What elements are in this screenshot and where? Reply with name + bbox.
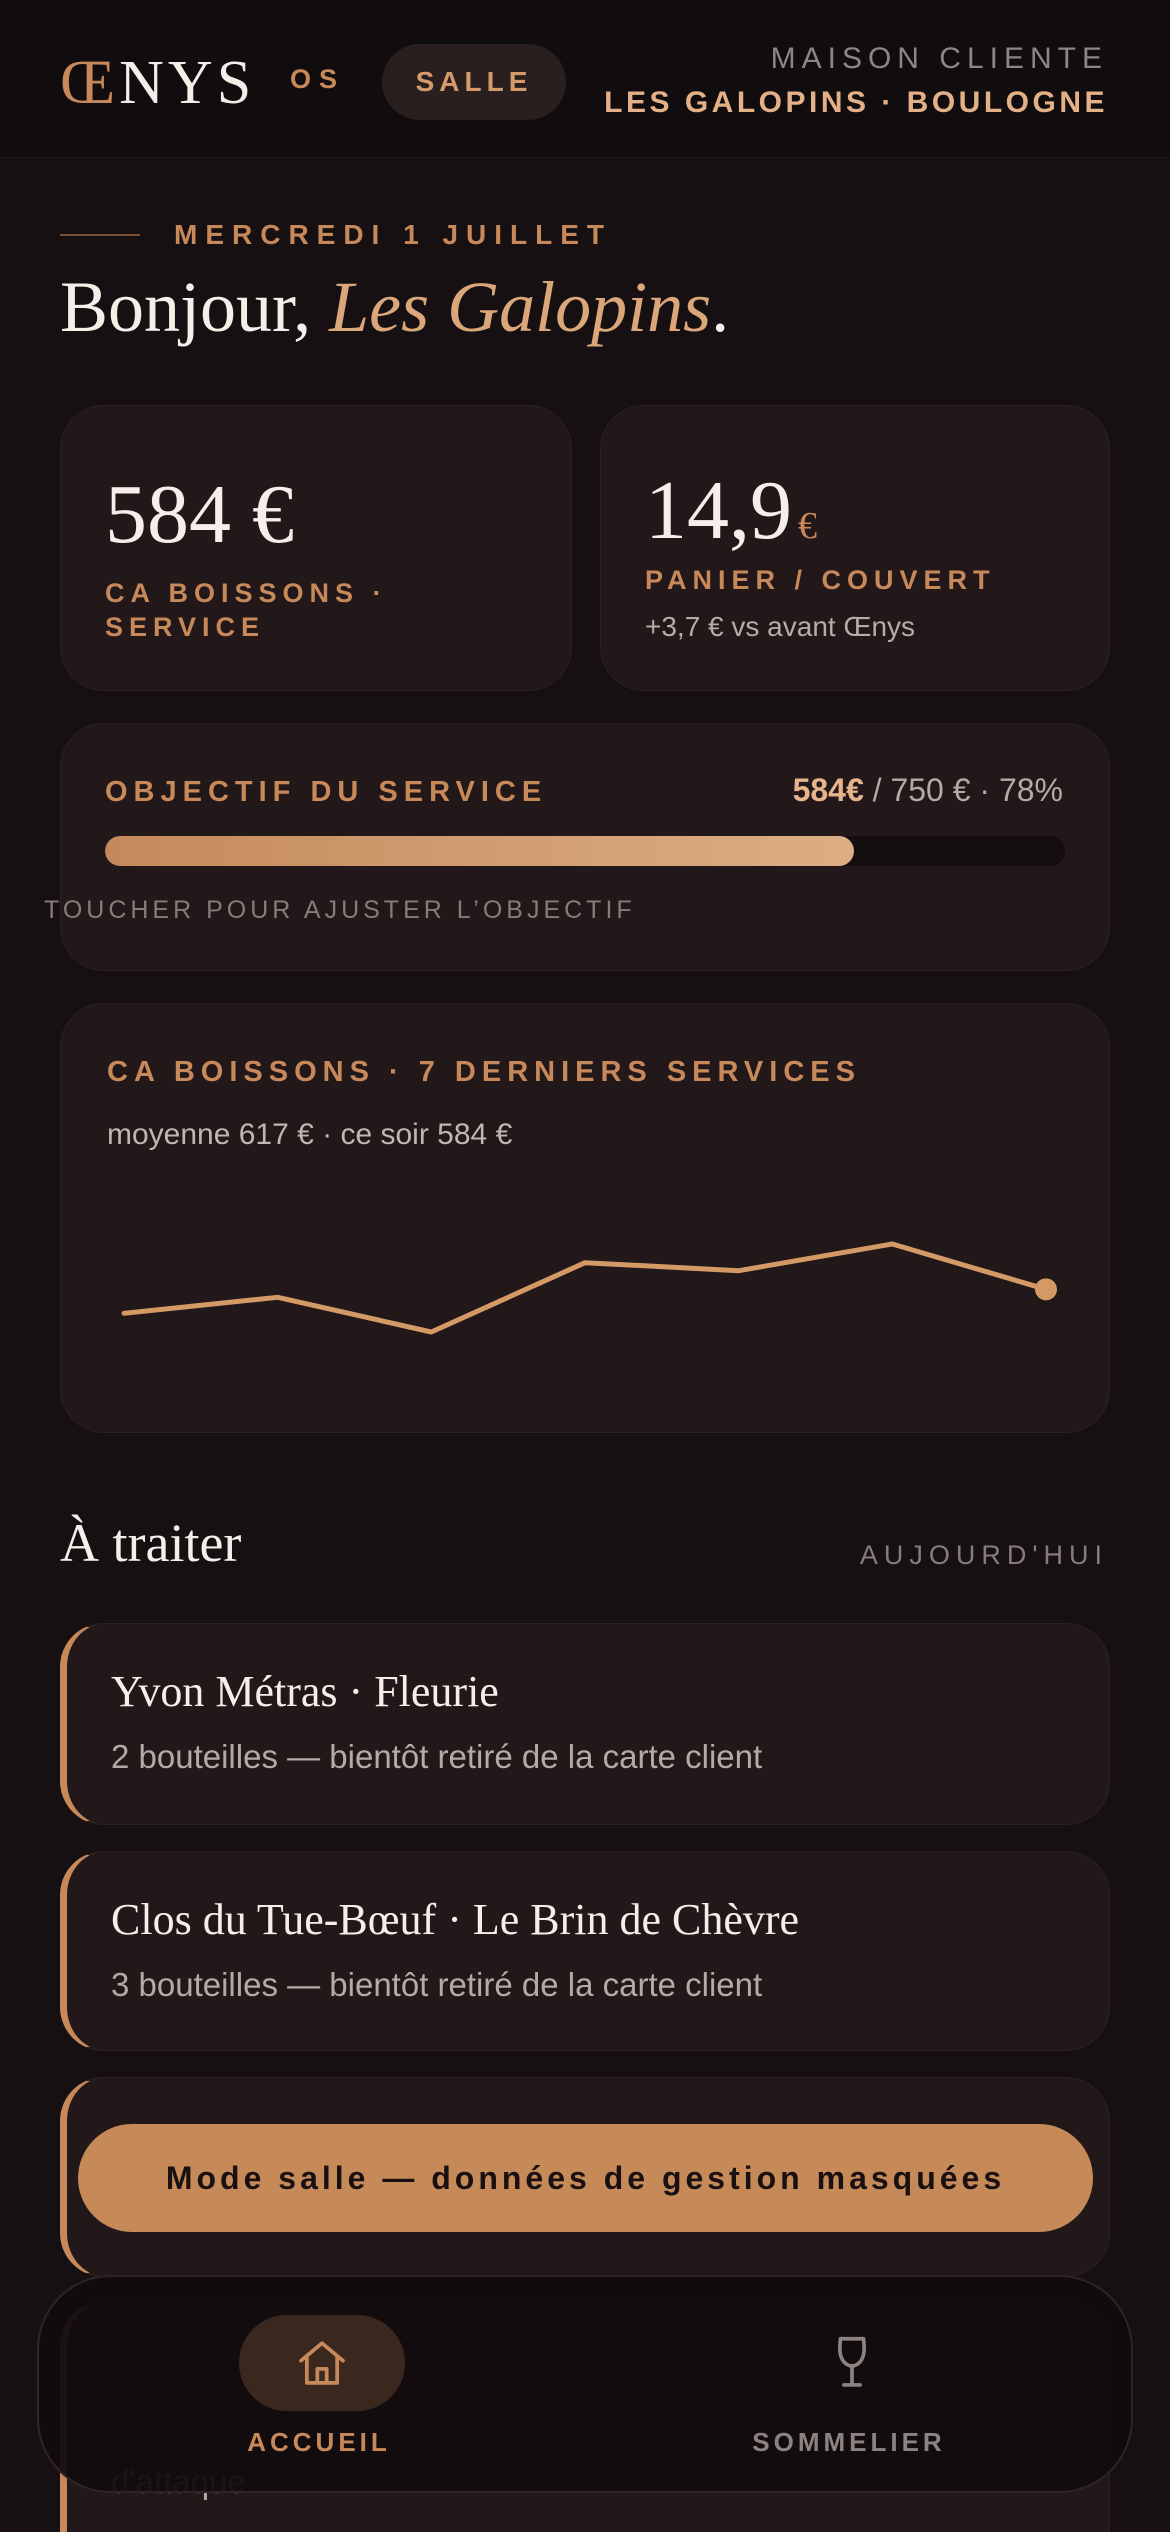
current-date: MERCREDI 1 JUILLET [174,219,613,250]
goal-title: OBJECTIF DU SERVICE [105,776,548,808]
todo-item-title: Yvon Métras · Fleurie [111,1667,499,1716]
chart-series-line [121,1241,1049,1335]
chart-point-latest [1035,1278,1057,1301]
nav-label: SOMMELIER [752,2427,946,2457]
house-icon [239,2315,405,2411]
wine-glass-icon [769,2315,935,2411]
date-divider [60,234,140,236]
nav-label: ACCUEIL [247,2427,391,2457]
bottom-nav: ACCUEIL SOMMELIER [37,2275,1133,2493]
client-name: LES GALOPINS · BOULOGNE [604,86,1108,119]
goal-stats: 584€ / 750 € · 78% [792,772,1063,808]
todo-title: À traiter [60,1513,242,1573]
logo: ŒNYS [60,49,256,117]
todo-date-filter[interactable]: AUJOURD'HUI [860,1540,1108,1571]
client-info[interactable]: MAISON CLIENTE LES GALOPINS · BOULOGNE [604,42,1108,120]
kpi-value: 14,9 € [645,464,817,557]
goal-progress-bar [105,836,1065,866]
kpi-delta: +3,7 € vs avant Œnys [645,611,916,642]
nav-item-home[interactable]: ACCUEIL [129,2277,509,2495]
todo-item-title: Clos du Tue-Bœuf · Le Brin de Chèvre [111,1895,800,1944]
goal-progress-fill [105,836,854,866]
goal-hint: TOUCHER POUR AJUSTER L’OBJECTIF [44,896,636,924]
revenue-line-chart [121,1241,1057,1335]
kpi-label: PANIER / COUVERT [645,565,996,595]
todo-item-detail: 3 bouteilles — bientôt retiré de la cart… [111,1966,763,2003]
top-bar: ŒNYS OS SALLE MAISON CLIENTE LES GALOPIN… [0,0,1170,158]
kpi-card-revenue[interactable]: 584 € CA BOISSONS · SERVICE [60,405,572,691]
todo-item[interactable]: Clos du Tue-Bœuf · Le Brin de Chèvre 3 b… [60,1851,1110,2051]
greeting-title: Bonjour, Les Galopins. [60,267,730,347]
mode-switch-button[interactable]: SALLE [382,44,566,120]
client-label: MAISON CLIENTE [770,42,1108,75]
app-screen: ŒNYS OS SALLE MAISON CLIENTE LES GALOPIN… [0,0,1170,2532]
todo-item-detail: 2 bouteilles — bientôt retiré de la cart… [111,1738,763,1775]
nav-item-sommelier[interactable]: SOMMELIER [659,2277,1039,2495]
kpi-value: 584 € [105,468,294,561]
kpi-label: CA BOISSONS · SERVICE [105,578,388,642]
service-goal-card[interactable]: OBJECTIF DU SERVICE 584€ / 750 € · 78% [60,723,1110,971]
logo-suffix: OS [290,64,346,94]
room-mode-banner: Mode salle — données de gestion masquées [78,2124,1093,2232]
todo-item[interactable]: Yvon Métras · Fleurie 2 bouteilles — bie… [60,1623,1110,1825]
kpi-card-basket[interactable]: 14,9 € PANIER / COUVERT +3,7 € vs avant Œ… [600,405,1110,691]
revenue-chart-card: CA BOISSONS · 7 DERNIERS SERVICES moyenn… [60,1003,1110,1433]
